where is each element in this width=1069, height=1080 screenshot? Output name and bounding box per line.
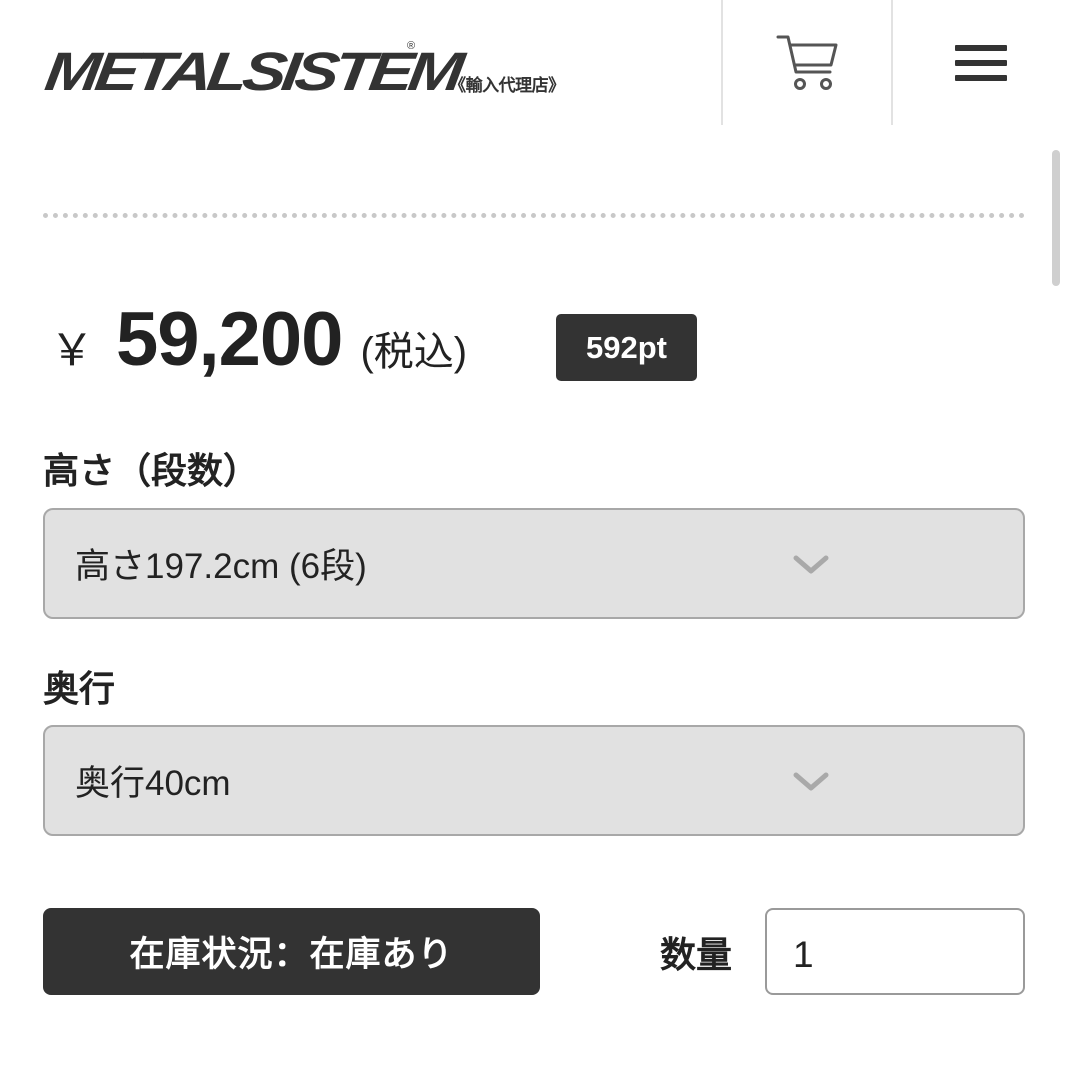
height-label: 高さ（段数） [43, 450, 260, 491]
height-select[interactable]: 高さ197.2cm (6段) [43, 508, 1025, 619]
depth-select-value: 奥行40cm [75, 764, 231, 803]
logo-wordmark: METALSISTEM [41, 40, 464, 102]
site-header: METALSISTEM ® 《輸入代理店》 [0, 0, 1069, 125]
chevron-down-icon [793, 772, 829, 791]
stock-status-button[interactable]: 在庫状況：在庫あり [43, 908, 540, 995]
tax-included-label: (税込) [360, 330, 468, 374]
points-badge: 592pt [556, 314, 697, 381]
quantity-input[interactable] [765, 908, 1025, 995]
price-display: ￥ 59,200 (税込) [50, 296, 467, 386]
depth-label: 奥行 [43, 668, 116, 709]
scrollbar-thumb[interactable] [1052, 150, 1060, 286]
registered-mark: ® [407, 40, 416, 52]
cart-button[interactable] [723, 0, 892, 125]
hamburger-menu-icon [955, 44, 1007, 81]
quantity-label: 数量 [660, 934, 733, 975]
depth-select[interactable]: 奥行40cm [43, 725, 1025, 836]
price-amount: 59,200 [116, 297, 343, 382]
logo-subtitle: 《輸入代理店》 [449, 76, 565, 95]
metalsistem-logo[interactable]: METALSISTEM ® 《輸入代理店》 [41, 38, 566, 102]
chevron-down-icon [793, 555, 829, 574]
dotted-divider [43, 213, 1025, 218]
product-purchase-page: METALSISTEM ® 《輸入代理店》 ￥ 59,200 (税込) 592p… [0, 0, 1069, 1080]
height-select-value: 高さ197.2cm (6段) [75, 547, 367, 586]
menu-button[interactable] [893, 0, 1069, 125]
currency-symbol: ￥ [50, 326, 94, 375]
cart-icon [776, 35, 837, 90]
